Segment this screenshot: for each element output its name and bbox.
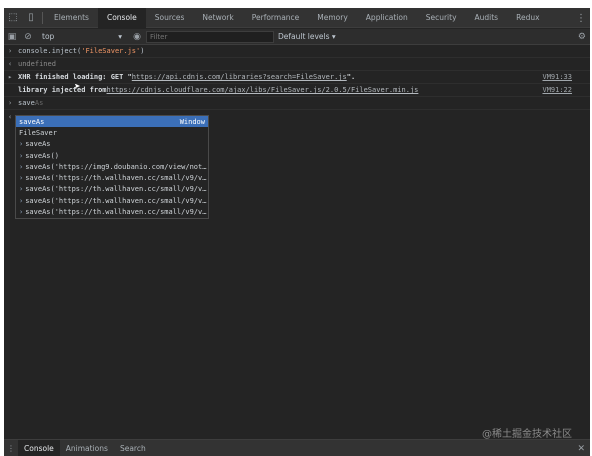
drawer-tab-console[interactable]: Console	[18, 439, 60, 456]
autocomplete-item[interactable]: › saveAs('https://th.wallhaven.cc/small/v…	[16, 172, 208, 183]
devtools-panel: ⬚ ▯ Elements Console Sources Network Per…	[4, 7, 590, 456]
history-arrow-icon: ›	[19, 185, 24, 194]
autocomplete-item-label: saveAs	[25, 140, 51, 149]
tab-redux[interactable]: Redux	[507, 8, 548, 28]
prompt-icon: ›	[8, 47, 13, 55]
autocomplete-item[interactable]: › saveAs()	[16, 150, 208, 161]
history-arrow-icon: ›	[19, 174, 24, 183]
xhr-url-link[interactable]: https://api.cdnjs.com/libraries?search=F…	[132, 73, 347, 81]
autocomplete-item-selected[interactable]: saveAs Window	[16, 116, 208, 128]
xhr-message-suffix: ".	[346, 73, 356, 81]
console-result-row: ‹ undefined ➤	[4, 58, 590, 93]
autocomplete-item-label: saveAs('https://th.wallhaven.cc/small/v9…	[25, 174, 207, 183]
history-arrow-icon: ›	[19, 196, 24, 205]
tab-audits[interactable]: Audits	[466, 8, 508, 28]
more-vertical-icon[interactable]: ⋮	[576, 8, 586, 28]
inspect-icon[interactable]: ⬚	[4, 8, 22, 28]
inject-message-prefix: library injected from	[18, 86, 107, 94]
xhr-source-link[interactable]: VM91:33	[542, 73, 572, 81]
tab-memory[interactable]: Memory	[308, 8, 357, 28]
filter-input[interactable]	[146, 30, 274, 43]
history-arrow-icon: ›	[19, 162, 24, 171]
command-argument: 'FileSaver.js'	[81, 47, 141, 55]
prompt-typed-text[interactable]: save	[18, 99, 35, 107]
command-prefix: console.	[18, 47, 52, 55]
inject-url-link[interactable]: https://cdnjs.cloudflare.com/ajax/libs/F…	[107, 86, 419, 94]
console-input-row: › console. inject('FileSaver.js')	[4, 45, 590, 58]
tab-network[interactable]: Network	[193, 8, 242, 28]
main-tab-bar: ⬚ ▯ Elements Console Sources Network Per…	[4, 7, 590, 28]
expand-triangle-icon[interactable]: ▸	[8, 73, 18, 81]
autocomplete-item-type: Window	[179, 117, 205, 126]
inject-log-row: library injected from https://cdnjs.clou…	[4, 84, 590, 97]
autocomplete-item[interactable]: › saveAs('https://th.wallhaven.cc/small/v…	[16, 195, 208, 206]
drawer-tab-animations[interactable]: Animations	[60, 440, 114, 456]
eye-icon[interactable]: ◉	[128, 29, 146, 45]
context-label: top	[42, 32, 55, 41]
tab-application[interactable]: Application	[357, 8, 417, 28]
result-value: undefined	[18, 60, 56, 68]
console-toolbar: ▣ ⊘ top ▾ ◉ Default levels ▾ ⚙	[4, 29, 590, 45]
autocomplete-list[interactable]: saveAs Window FileSaver › saveAs › saveAs(…	[15, 115, 209, 219]
autocomplete-item-label: saveAs('https://th.wallhaven.cc/small/v9…	[25, 208, 207, 217]
autocomplete-item-label: saveAs('https://img9.doubanio.com/view/n…	[25, 162, 207, 171]
sidebar-toggle-icon[interactable]: ▣	[4, 29, 20, 45]
autocomplete-item-label: saveAs('https://th.wallhaven.cc/small/v9…	[25, 196, 207, 205]
autocomplete-item[interactable]: › saveAs('https://th.wallhaven.cc/small/v…	[16, 184, 208, 195]
clear-console-icon[interactable]: ⊘	[20, 29, 36, 45]
autocomplete-item[interactable]: › saveAs('https://img9.doubanio.com/view/…	[16, 161, 208, 172]
tab-divider	[42, 11, 43, 24]
device-toggle-icon[interactable]: ▯	[22, 8, 40, 28]
xhr-log-row: ▸ XHR finished loading: GET " https://api…	[4, 71, 590, 84]
history-arrow-icon: ›	[19, 140, 24, 149]
result-arrow-icon: ‹	[8, 60, 13, 68]
watermark: @稀土掘金技术社区	[482, 429, 572, 440]
prompt-icon: ›	[8, 99, 13, 107]
tab-security[interactable]: Security	[417, 8, 466, 28]
history-arrow-icon: ›	[19, 208, 24, 217]
autocomplete-item-label: saveAs	[19, 117, 45, 126]
autocomplete-item[interactable]: › saveAs	[16, 139, 208, 150]
drawer-tab-bar: ⋮ Console Animations Search ✕	[4, 439, 590, 456]
close-icon[interactable]: ✕	[577, 440, 585, 456]
console-output[interactable]: › console. inject('FileSaver.js') ‹ undef…	[4, 45, 590, 439]
xhr-message-prefix: XHR finished loading: GET "	[18, 73, 132, 81]
autocomplete-item[interactable]: FileSaver	[16, 127, 208, 138]
tab-console[interactable]: Console	[97, 7, 146, 28]
autocomplete-item-label: saveAs()	[25, 151, 59, 160]
command-close-paren: )	[140, 47, 145, 55]
inject-source-link[interactable]: VM91:22	[542, 86, 572, 94]
chevron-down-icon: ▾	[118, 32, 122, 41]
log-levels-dropdown[interactable]: Default levels ▾	[278, 32, 336, 41]
drawer-tab-search[interactable]: Search	[114, 440, 152, 456]
autocomplete-item-label: saveAs('https://th.wallhaven.cc/small/v9…	[25, 185, 207, 194]
autocomplete-item[interactable]: › saveAs('https://th.wallhaven.cc/small/v…	[16, 206, 208, 217]
context-selector[interactable]: top ▾	[36, 29, 128, 45]
command-method: inject	[51, 47, 78, 55]
tab-performance[interactable]: Performance	[243, 8, 309, 28]
history-arrow-icon: ›	[19, 151, 24, 160]
console-prompt-row[interactable]: › save As	[4, 97, 590, 110]
prompt-completion-hint: As	[34, 99, 44, 107]
tab-sources[interactable]: Sources	[146, 8, 194, 28]
autocomplete-item-label: FileSaver	[19, 128, 57, 137]
more-vertical-icon[interactable]: ⋮	[4, 444, 18, 453]
gear-icon[interactable]: ⚙	[578, 29, 586, 45]
tab-elements[interactable]: Elements	[45, 8, 98, 28]
